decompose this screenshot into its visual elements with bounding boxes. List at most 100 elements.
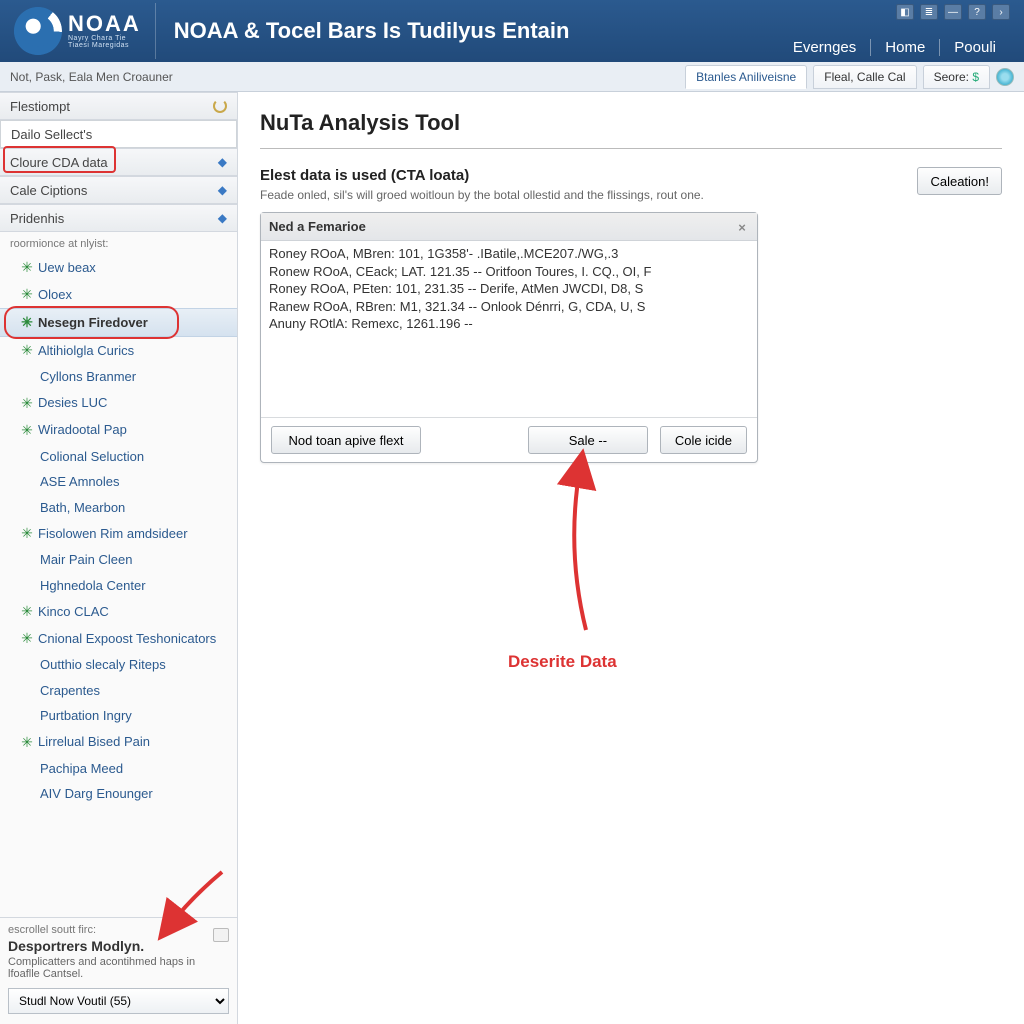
- sidebar-item-label: Cnional Expoost Teshonicators: [38, 629, 216, 649]
- nav-evernges[interactable]: Evernges: [779, 39, 870, 56]
- section-desc: Feade onled, sil's will groed woitloun b…: [260, 188, 704, 202]
- close-icon[interactable]: ×: [735, 220, 749, 234]
- cole-button[interactable]: Cole icide: [660, 426, 747, 454]
- check-icon: ✳: [22, 420, 32, 441]
- data-row: Anuny ROtlA: Remexc, 1261.196 --: [269, 315, 749, 333]
- context-tabs: Btanles Aniliveisne Fleal, Calle Cal Seo…: [685, 65, 1014, 89]
- sidebar-item-label: ASE Amnoles: [40, 472, 120, 492]
- tool-icon-2[interactable]: ≣: [920, 4, 938, 20]
- tool-icon-1[interactable]: ◧: [896, 4, 914, 20]
- data-row: Roney ROoA, MBren: 101, 1G358'- .IBatile…: [269, 245, 749, 263]
- nod-button[interactable]: Nod toan apive flext: [271, 426, 421, 454]
- brand-sub2: Tiaesi Maregidas: [68, 42, 141, 49]
- data-row: Ranew ROoA, RBren: M1, 321.34 -- Onlook …: [269, 298, 749, 316]
- main-layout: Flestiompt Dailo Sellect's Cloure CDA da…: [0, 92, 1024, 1024]
- sidebar-item[interactable]: ✳Kinco CLAC: [0, 598, 237, 625]
- sidebar-item[interactable]: Cyllons Branmer: [0, 364, 237, 390]
- check-icon: ✳: [22, 284, 32, 305]
- sidebar-section-cloure[interactable]: Cloure CDA data ◆: [0, 148, 237, 176]
- globe-icon[interactable]: [996, 68, 1014, 86]
- sidebar-item-label: Bath, Mearbon: [40, 498, 125, 518]
- top-nav: Evernges Home Poouli: [779, 39, 1010, 56]
- divider: [260, 148, 1002, 149]
- calculation-button[interactable]: Caleation!: [917, 167, 1002, 195]
- bottom-title: Desportrers Modlyn.: [8, 938, 229, 954]
- sidebar-section-cale[interactable]: Cale Ciptions ◆: [0, 176, 237, 204]
- sidebar-section-flestiompt[interactable]: Flestiompt: [0, 92, 237, 120]
- expand-icon[interactable]: [213, 928, 229, 942]
- dialog-title: Ned a Femarioe: [269, 219, 366, 234]
- arrow-annotation-1: [556, 460, 616, 643]
- data-dialog: Ned a Femarioe × Roney ROoA, MBren: 101,…: [260, 212, 758, 463]
- sidebar-item[interactable]: Purtbation Ingry: [0, 703, 237, 729]
- sidebar-item[interactable]: Crapentes: [0, 678, 237, 704]
- nav-poouli[interactable]: Poouli: [939, 39, 1010, 56]
- check-icon: ✳: [22, 312, 32, 333]
- logo-text: NOAA Nayry Chara Tie Tiaesi Maregidas: [68, 13, 141, 49]
- sidebar-item-label: Cyllons Branmer: [40, 367, 136, 387]
- sidebar-tree: ✳Uew beax✳Oloex✳Nesegn Firedover✳Altihio…: [0, 252, 237, 813]
- annotation-label: Deserite Data: [508, 652, 617, 672]
- brand-sub1: Nayry Chara Tie: [68, 35, 141, 42]
- breadcrumb-bar: Not, Pask, Eala Men Croauner Btanles Ani…: [0, 62, 1024, 92]
- data-row: Roney ROoA, PEten: 101, 231.35 -- Derife…: [269, 280, 749, 298]
- tab-fleal[interactable]: Fleal, Calle Cal: [813, 65, 916, 89]
- sidebar-item[interactable]: ✳ Nesegn Firedover: [0, 308, 237, 337]
- sidebar-item[interactable]: ✳ Oloex: [0, 281, 237, 308]
- sidebar-item[interactable]: ✳Fisolowen Rim amdsideer: [0, 520, 237, 547]
- sidebar-item[interactable]: Pachipa Meed: [0, 756, 237, 782]
- sidebar-item[interactable]: Bath, Mearbon: [0, 495, 237, 521]
- nav-home[interactable]: Home: [870, 39, 939, 56]
- dialog-header: Ned a Femarioe ×: [261, 213, 757, 241]
- main-content: NuTa Analysis Tool Elest data is used (C…: [238, 92, 1024, 1024]
- tab-btanles[interactable]: Btanles Aniliveisne: [685, 65, 807, 89]
- banner-title: NOAA & Tocel Bars Is Tudilyus Entain: [156, 18, 570, 44]
- sidebar-item-label: Nesegn Firedover: [38, 313, 148, 333]
- sidebar-item[interactable]: Mair Pain Cleen: [0, 547, 237, 573]
- sidebar-item-label: Desies LUC: [38, 393, 107, 413]
- sidebar-item[interactable]: ✳Altihiolgla Curics: [0, 337, 237, 364]
- check-icon: ✳: [22, 523, 32, 544]
- sidebar-item-label: Kinco CLAC: [38, 602, 109, 622]
- brand-name: NOAA: [68, 13, 141, 35]
- tool-icon-4[interactable]: ?: [968, 4, 986, 20]
- sidebar-item-label: Oloex: [38, 285, 72, 305]
- sidebar-item-label: Crapentes: [40, 681, 100, 701]
- tab-seore[interactable]: Seore: $: [923, 65, 990, 89]
- chevron-icon: ◆: [218, 155, 227, 169]
- tool-icon-5[interactable]: ›: [992, 4, 1010, 20]
- sidebar-minor-label: roormionce at nlyist:: [0, 232, 237, 252]
- sidebar-item[interactable]: ✳Uew beax: [0, 254, 237, 281]
- sidebar-item-label: Wiradootal Pap: [38, 420, 127, 440]
- sidebar-item-label: Uew beax: [38, 258, 96, 278]
- sidebar-item-label: Hghnedola Center: [40, 576, 146, 596]
- sidebar-item[interactable]: ✳Lirrelual Bised Pain: [0, 729, 237, 756]
- refresh-icon[interactable]: [213, 99, 227, 113]
- section-title: Elest data is used (CTA loata): [260, 167, 704, 184]
- header-banner: NOAA Nayry Chara Tie Tiaesi Maregidas NO…: [0, 0, 1024, 62]
- tool-icon-3[interactable]: —: [944, 4, 962, 20]
- data-row: Ronew ROoA, CEack; LAT. 121.35 -- Oritfo…: [269, 263, 749, 281]
- sidebar-section-pridenhis[interactable]: Pridenhis ◆: [0, 204, 237, 232]
- check-icon: ✳: [22, 340, 32, 361]
- sidebar-item[interactable]: Hghnedola Center: [0, 573, 237, 599]
- bottom-desc: Complicatters and acontihmed haps in lfo…: [8, 956, 229, 980]
- sidebar-bottom-panel: escrollel soutt firc: Desportrers Modlyn…: [0, 917, 237, 1024]
- sidebar-item[interactable]: Colional Seluction: [0, 444, 237, 470]
- study-select[interactable]: Studl Now Voutil (55): [8, 988, 229, 1014]
- logo[interactable]: NOAA Nayry Chara Tie Tiaesi Maregidas: [0, 3, 156, 59]
- chevron-icon: ◆: [218, 211, 227, 225]
- sidebar-item[interactable]: ✳Desies LUC: [0, 390, 237, 417]
- sale-button[interactable]: Sale --: [528, 426, 648, 454]
- sidebar-item-label: Purtbation Ingry: [40, 706, 132, 726]
- sidebar-section-dailo[interactable]: Dailo Sellect's: [0, 120, 237, 148]
- page-title: NuTa Analysis Tool: [260, 110, 1002, 136]
- sidebar-item[interactable]: Outthio slecaly Riteps: [0, 652, 237, 678]
- sidebar-item-label: Mair Pain Cleen: [40, 550, 133, 570]
- sidebar-item-label: Colional Seluction: [40, 447, 144, 467]
- check-icon: ✳: [22, 732, 32, 753]
- sidebar-item[interactable]: ✳ Wiradootal Pap: [0, 417, 237, 444]
- sidebar-item[interactable]: ASE Amnoles: [0, 469, 237, 495]
- sidebar-item[interactable]: ✳Cnional Expoost Teshonicators: [0, 625, 237, 652]
- sidebar-item[interactable]: AIV Darg Enounger: [0, 781, 237, 807]
